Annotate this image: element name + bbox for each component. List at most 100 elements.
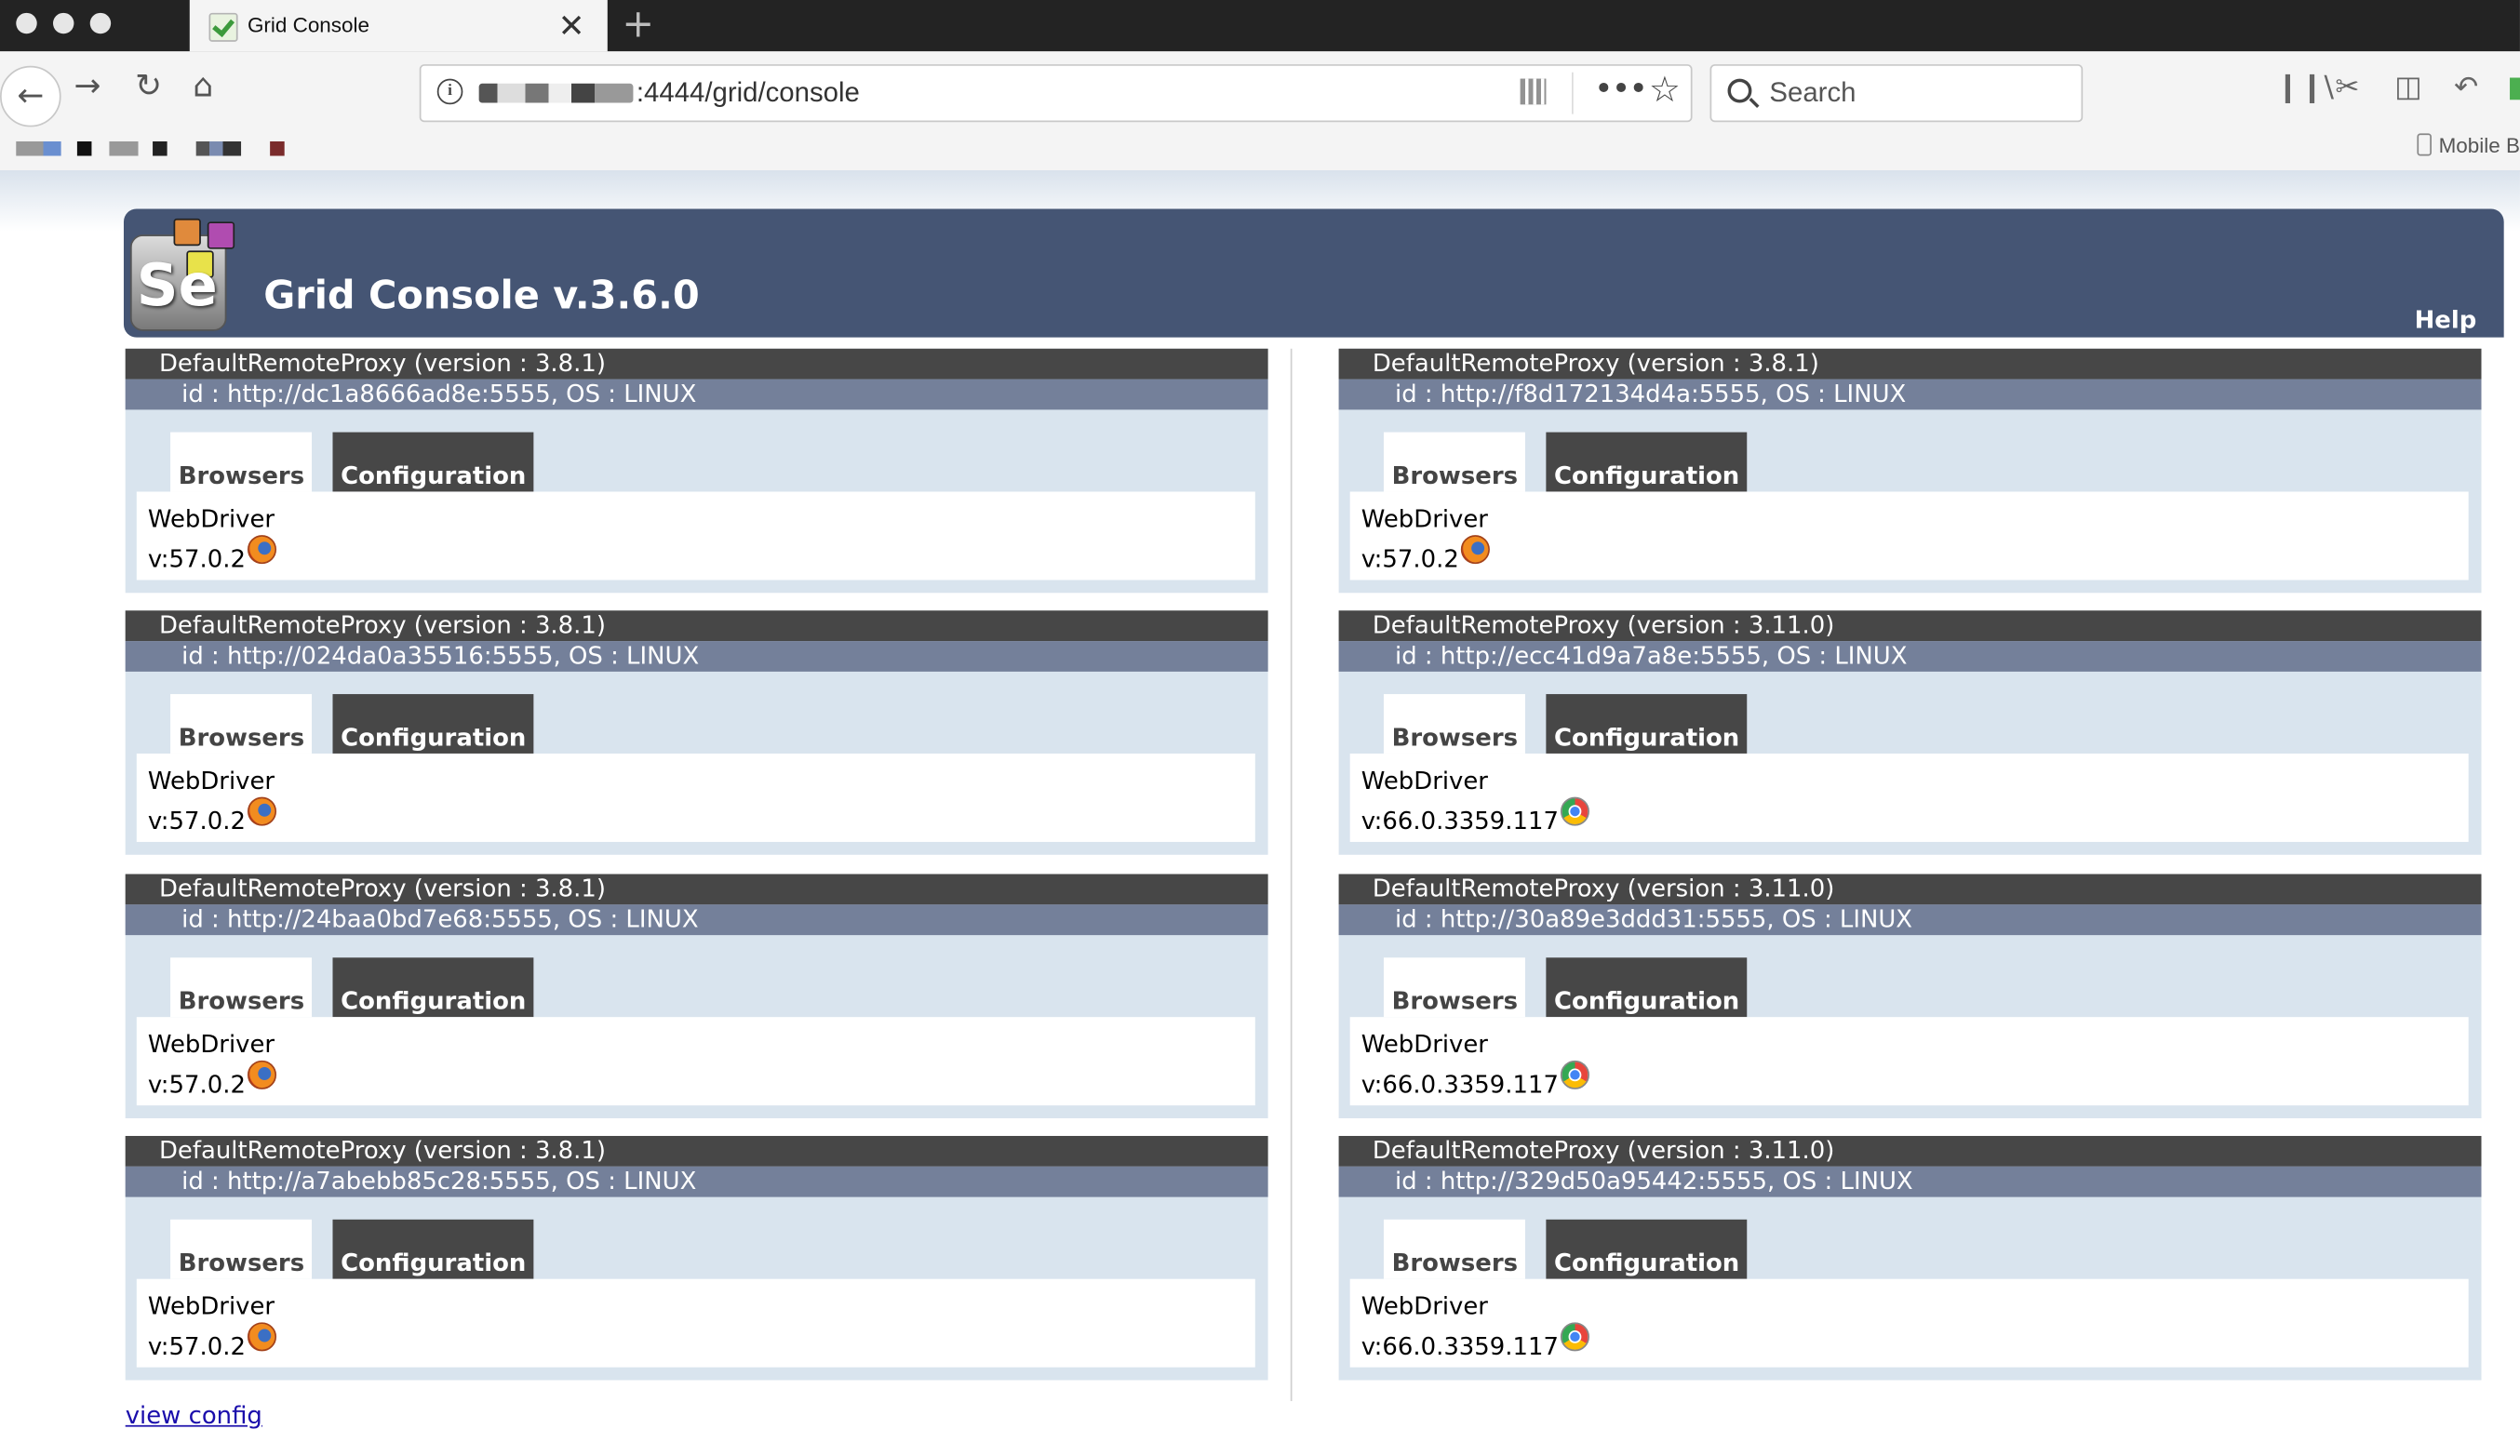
selenium-logo: Se: [129, 218, 243, 331]
tab-browsers[interactable]: Browsers: [1383, 1219, 1525, 1279]
driver-label: WebDriver: [147, 767, 275, 796]
library-icon[interactable]: ❙❙\: [2275, 71, 2334, 104]
proxy-name: DefaultRemoteProxy (version : 3.11.0): [1372, 1135, 1835, 1165]
browsers-panel: WebDriver v:57.0.2: [136, 1016, 1255, 1105]
bookmark-folder-icon[interactable]: [109, 140, 139, 156]
search-bar[interactable]: Search: [1709, 64, 2084, 123]
proxy-title-bar: DefaultRemoteProxy (version : 3.11.0): [1338, 873, 2482, 904]
tab-browsers-label: Browsers: [178, 461, 305, 490]
browsers-panel: WebDriver v:57.0.2: [136, 754, 1255, 843]
browser-version: v:57.0.2: [147, 797, 276, 836]
tab-configuration[interactable]: Configuration: [332, 1219, 534, 1279]
browser-version: v:57.0.2: [148, 1060, 276, 1099]
proxy-name: DefaultRemoteProxy (version : 3.8.1): [1372, 348, 1819, 378]
home-button[interactable]: ⌂: [193, 66, 213, 104]
tab-configuration[interactable]: Configuration: [1546, 1219, 1748, 1279]
chrome-icon[interactable]: [1560, 1322, 1589, 1352]
tab-configuration[interactable]: Configuration: [1546, 432, 1748, 492]
firefox-icon[interactable]: [247, 535, 276, 565]
proxy-id-bar: id : http://024da0a35516:5555, OS : LINU…: [125, 641, 1268, 673]
bookmark-item[interactable]: [195, 140, 242, 156]
tab-browsers-label: Browsers: [178, 1248, 305, 1277]
tab-browsers[interactable]: Browsers: [1383, 956, 1525, 1017]
navigation-bar: ← → ↻ ⌂ i :4444/grid/console ••• ☆ Searc…: [0, 51, 2520, 132]
browser-version: v:66.0.3359.117: [1361, 1060, 1589, 1099]
firefox-icon[interactable]: [1460, 535, 1490, 565]
new-tab-button[interactable]: +: [622, 2, 654, 47]
tab-configuration-label: Configuration: [1554, 1248, 1740, 1277]
firefox-icon[interactable]: [247, 1060, 276, 1089]
tab-browsers[interactable]: Browsers: [170, 694, 313, 755]
tab-browsers[interactable]: Browsers: [170, 432, 313, 492]
proxy-title-bar: DefaultRemoteProxy (version : 3.8.1): [1338, 348, 2482, 380]
qr-code-icon[interactable]: [1520, 78, 1547, 105]
proxy-title-bar: DefaultRemoteProxy (version : 3.8.1): [125, 1135, 1268, 1167]
browser-tab[interactable]: Grid Console ✕: [189, 0, 608, 52]
proxy-id-bar: id : http://24baa0bd7e68:5555, OS : LINU…: [125, 903, 1268, 935]
driver-label: WebDriver: [1361, 504, 1488, 534]
sidebar-icon[interactable]: ◫: [2394, 71, 2421, 104]
tab-bar: Grid Console ✕ +: [0, 0, 2520, 52]
browser-version-text: v:57.0.2: [147, 807, 246, 836]
browser-version: v:66.0.3359.117: [1361, 1322, 1589, 1361]
tab-browsers[interactable]: Browsers: [1383, 432, 1525, 492]
screenshot-icon[interactable]: ✂: [2335, 71, 2359, 104]
tab-browsers[interactable]: Browsers: [1383, 694, 1525, 755]
tab-close-icon[interactable]: ✕: [558, 7, 585, 45]
proxy-name: DefaultRemoteProxy (version : 3.8.1): [158, 610, 606, 640]
firefox-icon[interactable]: [247, 797, 276, 827]
browsers-panel: WebDriver v:57.0.2: [136, 1278, 1255, 1368]
logo-text: Se: [136, 253, 218, 320]
tab-browsers-label: Browsers: [178, 985, 305, 1015]
proxy-id-bar: id : http://a7abebb85c28:5555, OS : LINU…: [125, 1166, 1268, 1197]
url-separator: [1572, 72, 1574, 114]
back-button[interactable]: ←: [0, 65, 61, 127]
view-config-link[interactable]: view config: [126, 1401, 262, 1430]
window-zoom-dot[interactable]: [89, 12, 112, 34]
forward-button[interactable]: →: [74, 66, 101, 104]
url-bar[interactable]: i :4444/grid/console ••• ☆: [419, 64, 1693, 123]
proxy-title-bar: DefaultRemoteProxy (version : 3.8.1): [125, 873, 1268, 904]
bookmark-star-icon[interactable]: ☆: [1649, 71, 1681, 111]
site-info-icon[interactable]: i: [436, 78, 463, 105]
bookmark-item[interactable]: [270, 140, 285, 156]
proxy-id-bar: id : http://329d50a95442:5555, OS : LINU…: [1338, 1166, 2482, 1197]
proxy-id: id : http://dc1a8666ad8e:5555, OS : LINU…: [181, 379, 697, 408]
undo-icon[interactable]: ↶: [2454, 71, 2478, 104]
extension-icon[interactable]: ▮: [2507, 71, 2520, 104]
browser-version-text: v:57.0.2: [1361, 544, 1459, 574]
bookmark-folder-icon[interactable]: [16, 140, 61, 156]
proxy-id: id : http://329d50a95442:5555, OS : LINU…: [1395, 1166, 1913, 1196]
tab-configuration-label: Configuration: [341, 461, 527, 490]
driver-label: WebDriver: [1361, 767, 1488, 796]
proxy-id-bar: id : http://ecc41d9a7a8e:5555, OS : LINU…: [1338, 641, 2482, 673]
chrome-icon[interactable]: [1560, 1060, 1589, 1089]
tab-browsers-label: Browsers: [1391, 985, 1519, 1015]
tab-configuration[interactable]: Configuration: [1546, 956, 1748, 1017]
tab-configuration[interactable]: Configuration: [1546, 694, 1748, 755]
proxy-card: DefaultRemoteProxy (version : 3.8.1) id …: [1338, 348, 2482, 594]
help-link[interactable]: Help: [2415, 305, 2477, 334]
bookmark-item[interactable]: [76, 140, 92, 156]
grid-console-header: Se Grid Console v.3.6.0 Help: [123, 208, 2504, 338]
page-actions-icon[interactable]: •••: [1594, 69, 1648, 107]
proxy-card: DefaultRemoteProxy (version : 3.8.1) id …: [125, 873, 1268, 1118]
tab-browsers[interactable]: Browsers: [170, 956, 313, 1017]
tab-browsers-label: Browsers: [1391, 1248, 1519, 1277]
bookmark-item[interactable]: [153, 140, 168, 156]
chrome-icon[interactable]: [1560, 797, 1589, 827]
window-minimize-dot[interactable]: [52, 12, 74, 34]
search-placeholder: Search: [1769, 76, 1856, 108]
tab-browsers[interactable]: Browsers: [170, 1219, 313, 1279]
driver-label: WebDriver: [147, 1291, 275, 1321]
mobile-bookmarks[interactable]: Mobile B: [2418, 133, 2520, 157]
reload-button[interactable]: ↻: [135, 66, 162, 104]
tab-configuration[interactable]: Configuration: [332, 432, 534, 492]
tab-configuration-label: Configuration: [1554, 461, 1740, 490]
driver-label: WebDriver: [1361, 1029, 1488, 1059]
tab-configuration[interactable]: Configuration: [332, 956, 534, 1017]
firefox-icon[interactable]: [247, 1322, 276, 1352]
tab-configuration[interactable]: Configuration: [332, 694, 534, 755]
url-text[interactable]: :4444/grid/console: [637, 77, 860, 110]
window-close-dot[interactable]: [16, 12, 37, 34]
